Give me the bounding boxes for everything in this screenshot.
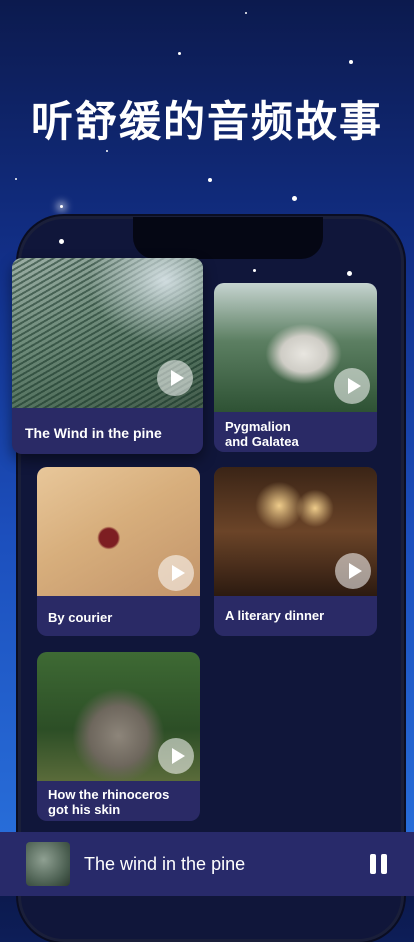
star-decoration xyxy=(292,196,297,201)
star-decoration xyxy=(245,12,247,14)
now-playing-bar[interactable]: The wind in the pine xyxy=(0,832,414,896)
page-headline: 听舒缓的音频故事 xyxy=(30,97,383,146)
now-playing-title: The wind in the pine xyxy=(84,854,246,874)
story-card-by-courier[interactable]: By courier xyxy=(37,467,200,636)
story-card-literary-dinner[interactable]: A literary dinner xyxy=(214,467,377,636)
story-title: The Wind in the pine xyxy=(25,425,162,441)
story-card-rhinoceros[interactable]: How the rhinoceros got his skin xyxy=(37,652,200,821)
star-decoration xyxy=(349,60,353,64)
star-decoration xyxy=(178,52,181,55)
star-decoration xyxy=(347,271,352,276)
play-button[interactable] xyxy=(158,738,194,774)
star-decoration xyxy=(15,178,17,180)
story-title: A literary dinner xyxy=(225,608,325,623)
play-button[interactable] xyxy=(157,360,193,396)
star-decoration xyxy=(60,205,63,208)
star-decoration xyxy=(208,178,212,182)
star-decoration xyxy=(253,269,256,272)
story-card-wind-in-the-pine[interactable]: The Wind in the pine xyxy=(12,258,203,454)
play-button[interactable] xyxy=(335,553,371,589)
pause-icon[interactable] xyxy=(370,854,388,874)
story-title: How the rhinoceros got his skin xyxy=(48,787,170,817)
phone-notch xyxy=(133,217,323,259)
star-decoration xyxy=(106,150,108,152)
story-title: Pygmalion and Galatea xyxy=(225,419,299,449)
play-button[interactable] xyxy=(158,555,194,591)
play-button[interactable] xyxy=(334,368,370,404)
story-card-pygmalion[interactable]: Pygmalion and Galatea xyxy=(214,283,377,452)
pine-thumbnail xyxy=(26,842,70,886)
story-title: By courier xyxy=(48,610,113,625)
star-decoration xyxy=(59,239,64,244)
